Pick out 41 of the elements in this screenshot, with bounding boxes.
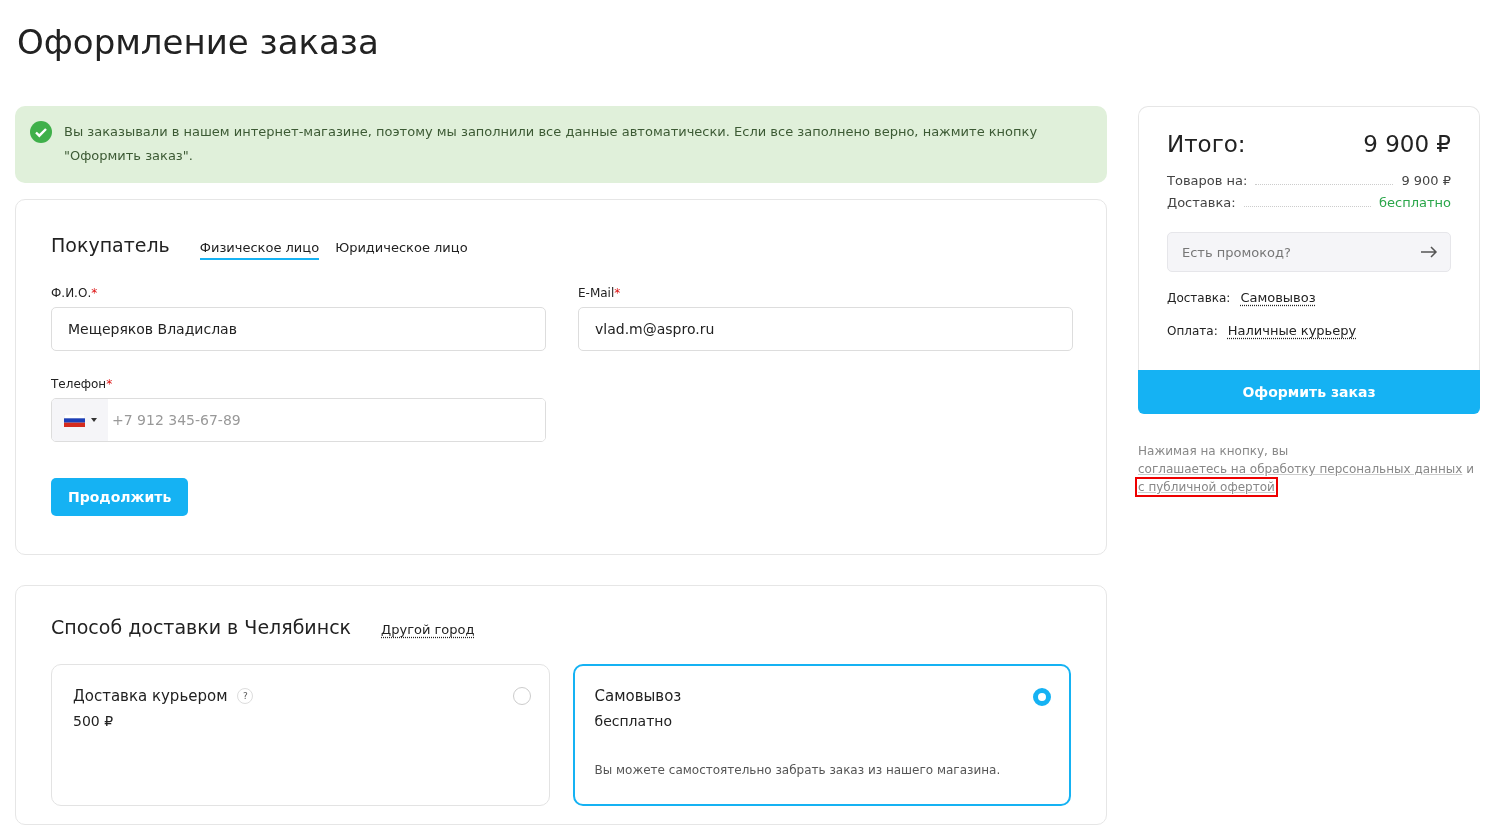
choice-link[interactable]: Наличные курьеру (1227, 323, 1357, 338)
phone-field[interactable]: +7 912 345-67-89 (51, 398, 546, 442)
delivery-option[interactable]: Самовывоз бесплатно Вы можете самостоятельно забрать заказ из нашего магазина. (572, 664, 1071, 806)
option-name: Доставка курьером (73, 687, 228, 705)
field-label: Ф.И.О.* (51, 286, 99, 300)
total-label: Итого: (1167, 131, 1246, 157)
summary-label: Товаров на: (1167, 173, 1248, 188)
option-price: бесплатно (594, 713, 673, 729)
consent-link[interactable]: с публичной офертой (1138, 480, 1275, 494)
input-field[interactable]: Мещеряков Владислав (51, 307, 546, 351)
consent-text: Нажимая на кнопку, вы соглашаетесь на обработку персональных данных и с публичной офертой (1138, 442, 1480, 496)
option-description: Вы можете самостоятельно забрать заказ из нашего магазина. (594, 763, 1002, 777)
radio-button[interactable] (512, 687, 531, 705)
flag-icon[interactable] (63, 413, 85, 427)
delivery-option[interactable]: Доставка курьером ? 500 ₽ (51, 664, 550, 806)
field-label: Телефон* (51, 377, 114, 391)
page-title: Оформление заказа (17, 21, 380, 64)
buyer-type-tab[interactable]: Физическое лицо (199, 240, 320, 260)
input-field[interactable]: vlad.m@aspro.ru (578, 307, 1073, 351)
choice-link[interactable]: Самовывоз (1240, 290, 1316, 305)
promo-field[interactable]: Есть промокод? (1167, 232, 1451, 272)
buyer-type-tab[interactable]: Юридическое лицо (335, 240, 468, 260)
option-name: Самовывоз (594, 687, 682, 705)
summary-value: бесплатно (1379, 195, 1451, 210)
notice-text: Вы заказывали в нашем интернет-магазине, поэтому мы заполнили все данные автоматически. Если все заполнено верно, нажмите кнопку "Оформить заказ". (64, 123, 1039, 165)
caret-icon[interactable] (90, 418, 97, 422)
check-icon (30, 121, 52, 143)
total-value: 9 900 ₽ (1363, 131, 1451, 157)
field-label: E-Mail* (578, 286, 622, 300)
promo-input[interactable]: Есть промокод? (1180, 243, 1420, 261)
summary-value: 9 900 ₽ (1401, 173, 1451, 188)
radio-button[interactable] (1033, 688, 1051, 706)
consent-link[interactable]: соглашаетесь на обработку персональных данных (1138, 462, 1463, 476)
section-title: Способ доставки в Челябинск (51, 616, 352, 638)
choice-label: Доставка: (1167, 291, 1231, 305)
summary-label: Доставка: (1167, 195, 1236, 210)
choice-label: Оплата: (1167, 324, 1218, 338)
option-price: 500 ₽ (73, 713, 115, 729)
other-city-link[interactable]: Другой город (381, 622, 475, 637)
section-title: Покупатель (51, 234, 170, 256)
arrow-icon[interactable] (1420, 246, 1438, 258)
